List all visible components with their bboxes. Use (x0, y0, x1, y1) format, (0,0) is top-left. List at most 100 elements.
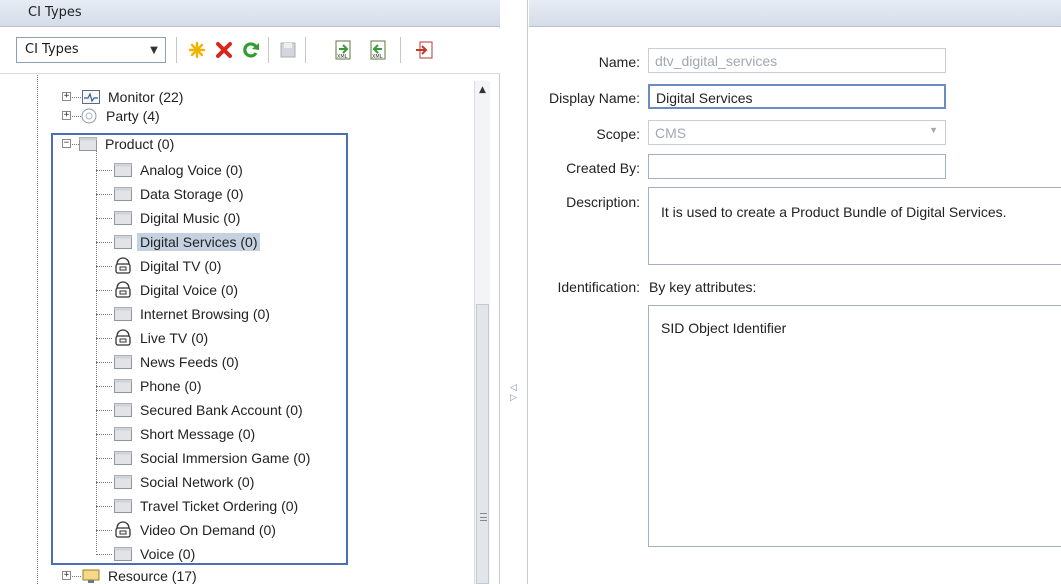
tree-connector (96, 482, 112, 483)
bundle-icon (113, 281, 133, 298)
folder-icon (78, 136, 98, 152)
monitor-icon (81, 89, 101, 105)
tree-item-label: Digital TV (0) (140, 258, 222, 274)
panel-splitter[interactable]: ◁ ▷ (500, 0, 528, 584)
tree-scrollbar[interactable]: ▲ (474, 81, 490, 584)
tree-item[interactable]: Travel Ticket Ordering (0) (113, 495, 301, 517)
tree-connector (96, 314, 112, 315)
tree-connector (37, 75, 38, 584)
tree-item-label: Internet Browsing (0) (140, 306, 270, 322)
ci-types-panel: CI Types CI Types ▼ XML XML + Monitor (2… (0, 0, 500, 584)
import-xml-icon[interactable]: XML (366, 37, 392, 63)
tree-item-product[interactable]: Product (0) (78, 133, 177, 155)
folder-icon (113, 162, 133, 178)
folder-icon (113, 402, 133, 418)
tree-item[interactable]: Digital Services (0) (113, 231, 261, 253)
toolbar: CI Types ▼ XML XML (0, 28, 500, 74)
display-name-field[interactable]: Digital Services (648, 84, 946, 109)
identification-value: By key attributes: (649, 279, 757, 295)
tree-connector (96, 434, 112, 435)
tree-item-label: Digital Music (0) (140, 210, 241, 226)
tree-item[interactable]: Internet Browsing (0) (113, 303, 273, 325)
ci-types-select-value: CI Types (25, 42, 79, 57)
tree-connector (96, 386, 112, 387)
tree-connector (72, 97, 81, 98)
tree-item-label: Analog Voice (0) (140, 162, 243, 178)
grip-icon (480, 513, 487, 521)
key-attribute-item[interactable]: SID Object Identifier (661, 320, 786, 336)
tree-item[interactable]: Social Immersion Game (0) (113, 447, 313, 469)
tree-item[interactable]: Secured Bank Account (0) (113, 399, 306, 421)
folder-icon (113, 186, 133, 202)
tree-item-label: Digital Services (0) (137, 233, 261, 251)
ci-type-tree: + Monitor (22) + Party (4) − Product (0) (0, 75, 500, 584)
expand-toggle[interactable]: + (62, 92, 71, 101)
tree-connector (96, 554, 112, 555)
tree-item-label: Data Storage (0) (140, 186, 244, 202)
bundle-icon (113, 521, 133, 538)
folder-icon (113, 378, 133, 394)
tree-item[interactable]: News Feeds (0) (113, 351, 242, 373)
tree-item[interactable]: Social Network (0) (113, 471, 257, 493)
tree-item[interactable]: Live TV (0) (113, 327, 211, 349)
folder-icon (113, 474, 133, 490)
panel-title: CI Types (0, 0, 500, 27)
tree-connector (96, 458, 112, 459)
tree-connector (96, 410, 112, 411)
toolbar-separator (305, 37, 306, 63)
expand-toggle[interactable]: + (62, 111, 71, 120)
collapse-toggle[interactable]: − (62, 139, 71, 148)
export-xml-icon[interactable]: XML (331, 37, 357, 63)
expand-toggle[interactable]: + (62, 571, 71, 580)
tree-item[interactable]: Analog Voice (0) (113, 159, 246, 181)
svg-text:XML: XML (372, 54, 383, 60)
tree-connector (72, 576, 81, 577)
export-icon[interactable] (412, 37, 438, 63)
tree-connector (96, 290, 112, 291)
tree-item-label: Voice (0) (140, 546, 196, 562)
toolbar-separator (400, 37, 401, 63)
ci-types-select[interactable]: CI Types ▼ (16, 37, 166, 63)
tree-item-label: Short Message (0) (140, 426, 256, 442)
tree-item[interactable]: Video On Demand (0) (113, 519, 279, 541)
scrollbar-thumb[interactable] (476, 304, 489, 584)
tree-item-label: Travel Ticket Ordering (0) (140, 498, 299, 514)
toolbar-separator (176, 37, 177, 63)
tree-item-party[interactable]: Party (4) (79, 105, 163, 127)
tree-item[interactable]: Digital Music (0) (113, 207, 243, 229)
tree-item-label: Social Immersion Game (0) (140, 450, 311, 466)
tree-connector (96, 338, 112, 339)
new-icon[interactable] (184, 37, 210, 63)
tree-item-resource[interactable]: Resource (17) (81, 565, 200, 584)
scroll-up-icon[interactable]: ▲ (475, 81, 490, 99)
toolbar-separator (268, 37, 269, 63)
save-icon[interactable] (275, 37, 301, 63)
tree-connector (96, 151, 97, 552)
description-label: Description: (566, 194, 640, 210)
chevron-down-icon[interactable]: ▼ (143, 38, 165, 62)
tree-item[interactable]: Short Message (0) (113, 423, 258, 445)
refresh-icon[interactable] (238, 37, 264, 63)
created-by-field[interactable] (648, 154, 946, 179)
folder-icon (113, 546, 133, 562)
splitter-arrows-icon[interactable]: ◁ ▷ (510, 383, 517, 403)
tree-connector (96, 362, 112, 363)
tree-item[interactable]: Digital TV (0) (113, 255, 224, 277)
folder-icon (113, 354, 133, 370)
tree-item[interactable]: Phone (0) (113, 375, 204, 397)
details-header (529, 0, 1061, 27)
tree-item[interactable]: Voice (0) (113, 543, 198, 565)
key-attributes-list[interactable]: SID Object Identifier (648, 305, 1061, 547)
identification-label: Identification: (557, 279, 641, 295)
tree-connector (96, 194, 112, 195)
delete-icon[interactable] (211, 37, 237, 63)
name-field: dtv_digital_services (648, 48, 946, 73)
tree-item-label: Video On Demand (0) (140, 522, 276, 538)
tree-item[interactable]: Digital Voice (0) (113, 279, 241, 301)
tree-item-label: Secured Bank Account (0) (140, 402, 303, 418)
tree-connector (96, 530, 112, 531)
tree-item[interactable]: Data Storage (0) (113, 183, 247, 205)
description-field[interactable]: It is used to create a Product Bundle of… (648, 187, 1061, 265)
folder-icon (113, 234, 133, 250)
tree-item-label: Social Network (0) (140, 474, 255, 490)
